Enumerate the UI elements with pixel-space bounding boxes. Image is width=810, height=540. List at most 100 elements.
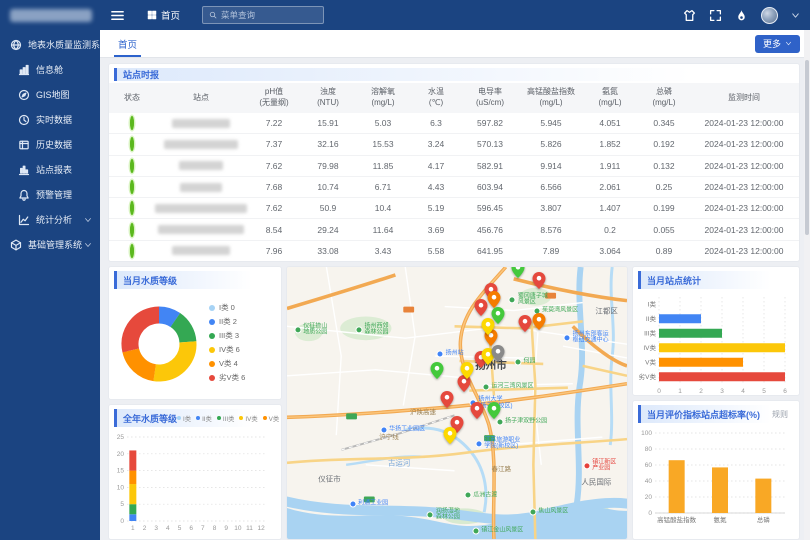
panel-title-year-grade: 全年水质等级 I类II类III类IV类V类劣V类 <box>114 409 276 427</box>
tab-home[interactable]: 首页 <box>118 30 137 57</box>
cell-value: 641.95 <box>461 246 519 256</box>
svg-text:10: 10 <box>234 525 242 532</box>
station-pin-icon[interactable] <box>471 402 484 419</box>
station-pin-icon[interactable] <box>488 402 501 419</box>
map-basemap <box>287 267 627 539</box>
cell-value: 4.17 <box>411 161 461 171</box>
cell-value: 7.62 <box>247 161 301 171</box>
station-pin-icon[interactable] <box>491 345 504 362</box>
table-row[interactable]: 7.9633.083.435.58641.957.893.0640.892024… <box>109 241 799 262</box>
svg-text:5: 5 <box>178 525 182 532</box>
table-row[interactable]: 7.6810.746.714.43603.946.5662.0610.25202… <box>109 177 799 198</box>
status-dot-online <box>130 201 134 215</box>
tabbar: 首页 更多 <box>100 30 810 58</box>
panel-title-month-station: 当月站点统计 <box>638 271 794 289</box>
station-pin-icon[interactable] <box>474 299 487 316</box>
cell-value: 7.89 <box>519 246 583 256</box>
legend-item[interactable]: III类 3 <box>209 329 245 343</box>
fullscreen-icon[interactable] <box>709 9 722 22</box>
station-map[interactable]: 扬州市江都区仪征市古运河沪陕高速沪宁线春江路人民国际仪征捺山地质公园扬州西郊森林… <box>286 266 628 540</box>
rules-link[interactable]: 规则 <box>772 409 788 420</box>
globe-icon <box>10 39 22 51</box>
station-pin-icon[interactable] <box>491 307 504 324</box>
sidebar-item-3[interactable]: 实时数据 <box>0 107 100 132</box>
svg-text:1: 1 <box>678 388 682 395</box>
cell-value: 50.9 <box>301 203 355 213</box>
cell-value: 0.25 <box>637 182 691 192</box>
station-pin-icon[interactable] <box>532 272 545 289</box>
sidebar-item-8[interactable]: 基础管理系统 <box>0 232 100 257</box>
content: 站点时报 状态站点pH值(无量纲)浊度(NTU)溶解氧(mg/L)水温(℃)电导… <box>100 58 810 540</box>
month-station-panel: 当月站点统计 0123456I类II类III类IV类V类劣V类 <box>632 266 800 396</box>
svg-text:II类: II类 <box>646 314 657 323</box>
table-row[interactable]: 7.6279.9811.854.17582.919.9141.9110.1322… <box>109 156 799 177</box>
theme-skin-icon[interactable] <box>683 9 696 22</box>
legend-item[interactable]: I类 <box>177 414 191 423</box>
legend-item[interactable]: II类 <box>196 414 212 423</box>
legend-item[interactable]: V类 <box>263 414 280 423</box>
cell-value: 8.576 <box>519 225 583 235</box>
table-row[interactable]: 8.5429.2411.643.69456.768.5760.20.055202… <box>109 219 799 240</box>
scrollbar-thumb[interactable] <box>805 60 809 235</box>
sidebar-item-label: 基础管理系统 <box>28 238 82 251</box>
cell-value: 5.826 <box>519 139 583 149</box>
cell-value: 570.13 <box>461 139 519 149</box>
app-window: 地表水质量监测系统 信息舱 GIS地图 实时数据 历史数据 站点报表 预警管理 … <box>0 0 810 540</box>
sidebar-item-6[interactable]: 预警管理 <box>0 182 100 207</box>
cell-value: 0.199 <box>637 203 691 213</box>
station-pin-icon[interactable] <box>430 362 443 379</box>
legend-item[interactable]: IV类 <box>239 414 257 423</box>
search-input[interactable] <box>221 10 311 20</box>
table-row[interactable]: 7.3732.1615.533.24570.135.8261.8520.1922… <box>109 134 799 155</box>
station-pin-icon[interactable] <box>461 362 474 379</box>
year-grade-stacked-chart: 0510152025123456789101112 <box>109 429 273 537</box>
station-pin-icon[interactable] <box>444 427 457 444</box>
month-grade-donut-chart <box>109 291 209 395</box>
table-row[interactable]: 7.6250.910.45.19596.453.8071.4070.199202… <box>109 198 799 219</box>
cell-value: 29.24 <box>301 225 355 235</box>
sidebar-item-1[interactable]: 信息舱 <box>0 57 100 82</box>
cube-icon <box>10 239 22 251</box>
svg-text:6: 6 <box>783 388 787 395</box>
svg-text:12: 12 <box>258 525 266 532</box>
sidebar-item-2[interactable]: GIS地图 <box>0 82 100 107</box>
legend-item[interactable]: 劣V类 6 <box>209 371 245 385</box>
station-name-blurred <box>155 204 247 213</box>
cell-time: 2024-01-23 12:00:00 <box>691 182 797 192</box>
svg-text:7: 7 <box>201 525 205 532</box>
sidebar-item-5[interactable]: 站点报表 <box>0 157 100 182</box>
year-grade-legend: I类II类III类IV类V类劣V类 <box>177 414 282 423</box>
svg-text:80: 80 <box>645 446 653 453</box>
more-button[interactable]: 更多 <box>755 35 800 53</box>
legend-item[interactable]: III类 <box>217 414 235 423</box>
month-station-title: 当月站点统计 <box>647 274 701 287</box>
svg-text:2: 2 <box>143 525 147 532</box>
station-pin-icon[interactable] <box>512 266 525 278</box>
hamburger-menu-icon[interactable] <box>110 8 125 23</box>
legend-item[interactable]: IV类 6 <box>209 343 245 357</box>
station-pin-icon[interactable] <box>532 313 545 330</box>
table-body: 7.2215.915.036.3597.825.9454.0510.345202… <box>109 113 799 262</box>
station-pin-icon[interactable] <box>519 315 532 332</box>
menu-search-box[interactable] <box>202 6 324 24</box>
legend-item[interactable]: I类 0 <box>209 301 245 315</box>
sidebar-item-4[interactable]: 历史数据 <box>0 132 100 157</box>
sidebar-item-7[interactable]: 统计分析 <box>0 207 100 232</box>
legend-item[interactable]: II类 2 <box>209 315 245 329</box>
breadcrumb-home[interactable]: 首页 <box>147 8 180 22</box>
cell-time: 2024-01-23 12:00:00 <box>691 139 797 149</box>
cell-value: 3.24 <box>411 139 461 149</box>
legend-item[interactable]: V类 4 <box>209 357 245 371</box>
sidebar-item-0[interactable]: 地表水质量监测系统 <box>0 32 100 57</box>
flame-icon[interactable] <box>735 9 748 22</box>
user-menu-chevron-down-icon[interactable] <box>791 11 800 20</box>
table-row[interactable]: 7.2215.915.036.3597.825.9454.0510.345202… <box>109 113 799 134</box>
status-dot-online <box>130 116 134 130</box>
svg-text:20: 20 <box>645 494 653 501</box>
station-pin-icon[interactable] <box>488 291 501 308</box>
station-pin-icon[interactable] <box>440 391 453 408</box>
column-header: 站点 <box>155 93 247 104</box>
user-avatar[interactable] <box>761 7 778 24</box>
cell-value: 7.22 <box>247 118 301 128</box>
cell-value: 1.852 <box>583 139 637 149</box>
